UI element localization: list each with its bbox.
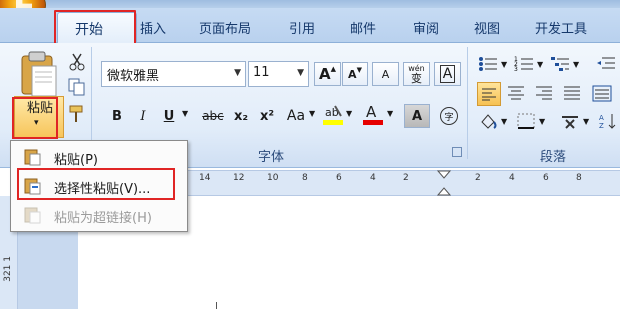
- tab-review[interactable]: 审阅: [413, 18, 439, 37]
- grow-font-glyph: A: [319, 65, 331, 83]
- font-color-icon[interactable]: A: [361, 102, 385, 128]
- align-right-icon[interactable]: [534, 85, 554, 103]
- ruler-number: 2: [475, 173, 481, 183]
- borders-dropdown-icon[interactable]: ▼: [539, 117, 545, 126]
- menu-item-label: 粘贴为超链接(H): [54, 211, 152, 226]
- menu-item-paste[interactable]: 粘贴(P): [11, 144, 187, 170]
- enclose-characters-glyph: 字: [440, 107, 458, 125]
- ruler-number: 12: [233, 173, 245, 183]
- font-name-value: 微软雅黑: [107, 69, 160, 84]
- ruler-number: 8: [302, 173, 308, 183]
- decrease-indent-icon[interactable]: [596, 55, 616, 73]
- shrink-font-button[interactable]: A ▼: [342, 62, 368, 86]
- group-separator: [467, 47, 468, 159]
- paste-icon[interactable]: [14, 50, 62, 100]
- shading-icon[interactable]: [478, 112, 498, 130]
- justify-icon[interactable]: [562, 85, 582, 103]
- highlight-dropdown-icon[interactable]: ▼: [346, 109, 352, 118]
- clear-formatting-button[interactable]: A: [372, 62, 399, 86]
- cut-icon[interactable]: [66, 52, 88, 72]
- menu-item-paste-hyperlink: 粘贴为超链接(H): [11, 202, 187, 228]
- character-border-glyph: A: [439, 65, 456, 83]
- ruler-number: 2: [403, 173, 409, 183]
- character-border-button[interactable]: A: [434, 62, 461, 86]
- text-direction-icon[interactable]: [560, 112, 580, 130]
- font-dialog-launcher-icon[interactable]: [452, 147, 462, 157]
- multilevel-list-icon[interactable]: [550, 55, 570, 73]
- italic-button[interactable]: I: [132, 104, 154, 128]
- paste-hyperlink-icon: [23, 206, 41, 224]
- ruler-number: 14: [199, 173, 211, 183]
- chevron-down-icon: ▼: [234, 68, 241, 78]
- strikethrough-button[interactable]: abc: [199, 104, 227, 128]
- numbering-dropdown-icon[interactable]: ▼: [537, 60, 543, 69]
- svg-text:A: A: [366, 103, 377, 121]
- numbering-icon[interactable]: 123: [514, 55, 534, 73]
- paste-icon: [23, 148, 41, 166]
- borders-icon[interactable]: [516, 112, 536, 130]
- horizontal-ruler: 14 12 10 8 6 4 2 2 4 6 8: [188, 170, 620, 196]
- ruler-number: 4: [370, 173, 376, 183]
- paste-highlight-box: [12, 97, 58, 139]
- text-direction-dropdown-icon[interactable]: ▼: [583, 117, 589, 126]
- shrink-font-glyph: A: [348, 67, 357, 81]
- title-bar: [0, 0, 620, 8]
- shading-dropdown-icon[interactable]: ▼: [501, 117, 507, 126]
- text-cursor: [216, 302, 217, 309]
- tab-mailings[interactable]: 邮件: [350, 18, 376, 37]
- sort-icon[interactable]: AZ: [598, 112, 618, 130]
- vertical-ruler-numbers: 321 1: [3, 256, 13, 282]
- bullets-dropdown-icon[interactable]: ▼: [501, 60, 507, 69]
- format-painter-icon[interactable]: [66, 104, 88, 124]
- copy-icon[interactable]: [66, 77, 88, 97]
- ruler-number: 6: [336, 173, 342, 183]
- enclose-characters-button[interactable]: 字: [436, 104, 462, 128]
- ruler-number: 6: [543, 173, 549, 183]
- tab-insert[interactable]: 插入: [140, 18, 166, 37]
- bullets-icon[interactable]: [478, 55, 498, 73]
- distributed-icon[interactable]: [592, 85, 612, 103]
- align-center-icon[interactable]: [506, 85, 526, 103]
- menu-item-label: 粘贴(P): [54, 153, 98, 168]
- phonetic-guide-char: 变: [411, 72, 422, 85]
- subscript-button[interactable]: x₂: [229, 104, 253, 128]
- align-left-button[interactable]: [477, 82, 501, 106]
- grow-font-button[interactable]: A ▲: [314, 62, 341, 86]
- phonetic-guide-button[interactable]: wén 变: [403, 62, 430, 86]
- change-case-dropdown-icon[interactable]: ▼: [309, 109, 315, 118]
- svg-text:A: A: [599, 114, 604, 122]
- paragraph-group-label: 段落: [540, 150, 567, 165]
- font-color-dropdown-icon[interactable]: ▼: [387, 109, 393, 118]
- character-shading-button[interactable]: A: [404, 104, 430, 128]
- ruler-number: 4: [509, 173, 515, 183]
- superscript-button[interactable]: x²: [255, 104, 279, 128]
- change-case-button[interactable]: Aa: [283, 104, 309, 128]
- bold-button[interactable]: B: [106, 104, 128, 128]
- clear-formatting-glyph: A: [381, 67, 390, 81]
- underline-button[interactable]: U: [158, 104, 180, 128]
- ruler-number: 10: [267, 173, 279, 183]
- svg-text:3: 3: [514, 66, 518, 73]
- paste-special-highlight-box: [17, 168, 175, 200]
- svg-text:Z: Z: [599, 122, 604, 130]
- multilevel-dropdown-icon[interactable]: ▼: [573, 60, 579, 69]
- font-group-label: 字体: [258, 150, 285, 165]
- ruler-number: 8: [576, 173, 582, 183]
- text-highlight-color-icon[interactable]: ab: [321, 102, 345, 128]
- underline-dropdown-icon[interactable]: ▼: [182, 109, 188, 118]
- tab-references[interactable]: 引用: [289, 18, 315, 37]
- font-size-combobox[interactable]: 11 ▼: [248, 61, 309, 87]
- indent-marker-icon[interactable]: [436, 170, 452, 196]
- font-size-value: 11: [253, 65, 270, 80]
- font-name-combobox[interactable]: 微软雅黑 ▼: [101, 61, 246, 87]
- tab-developer[interactable]: 开发工具: [535, 18, 587, 37]
- chevron-down-icon: ▼: [297, 68, 304, 78]
- tab-view[interactable]: 视图: [474, 18, 500, 37]
- tab-page-layout[interactable]: 页面布局: [199, 18, 251, 37]
